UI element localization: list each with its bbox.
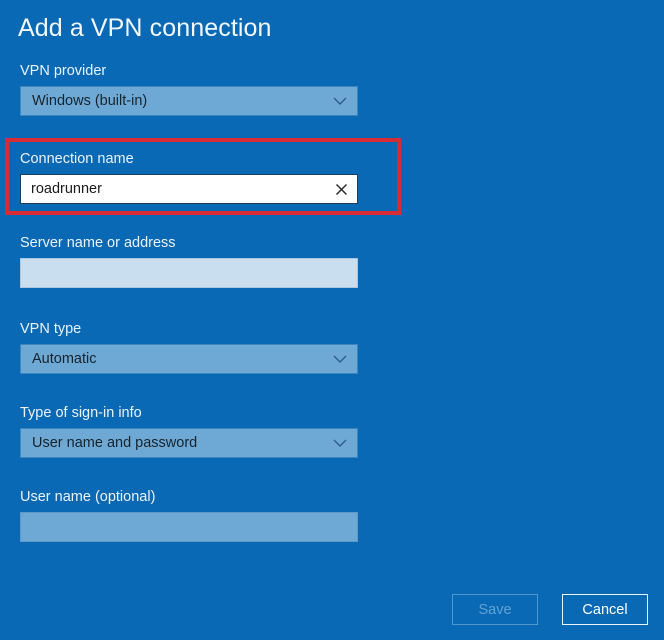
chevron-down-icon: [333, 438, 347, 448]
sign-in-type-value: User name and password: [32, 435, 198, 451]
chevron-down-icon: [333, 354, 347, 364]
field-group-user-name: User name (optional): [20, 488, 358, 542]
user-name-input[interactable]: [20, 512, 358, 542]
field-group-connection-name: Connection name roadrunner: [20, 150, 358, 204]
cancel-button[interactable]: Cancel: [562, 594, 648, 625]
vpn-type-dropdown[interactable]: Automatic: [20, 344, 358, 374]
connection-name-input[interactable]: roadrunner: [20, 174, 358, 204]
chevron-down-icon: [333, 96, 347, 106]
vpn-provider-value: Windows (built-in): [32, 93, 148, 109]
server-name-label: Server name or address: [20, 235, 176, 251]
vpn-type-label: VPN type: [20, 321, 82, 337]
save-button[interactable]: Save: [452, 594, 538, 625]
vpn-provider-dropdown[interactable]: Windows (built-in): [20, 86, 358, 116]
field-group-vpn-type: VPN type Automatic: [20, 320, 358, 374]
field-group-vpn-provider: VPN provider Windows (built-in): [20, 62, 358, 116]
sign-in-type-dropdown[interactable]: User name and password: [20, 428, 358, 458]
field-group-server-name: Server name or address: [20, 234, 358, 288]
user-name-label: User name (optional): [20, 489, 156, 505]
field-group-sign-in-type: Type of sign-in info User name and passw…: [20, 404, 358, 458]
add-vpn-connection-dialog: Add a VPN connection VPN provider Window…: [0, 0, 664, 640]
connection-name-value: roadrunner: [31, 180, 102, 197]
clear-x-icon[interactable]: [328, 176, 354, 202]
page-title: Add a VPN connection: [18, 14, 272, 42]
sign-in-type-label: Type of sign-in info: [20, 405, 142, 421]
connection-name-label: Connection name: [20, 151, 134, 167]
vpn-provider-label: VPN provider: [20, 63, 107, 79]
vpn-type-value: Automatic: [32, 351, 97, 367]
server-name-input[interactable]: [20, 258, 358, 288]
